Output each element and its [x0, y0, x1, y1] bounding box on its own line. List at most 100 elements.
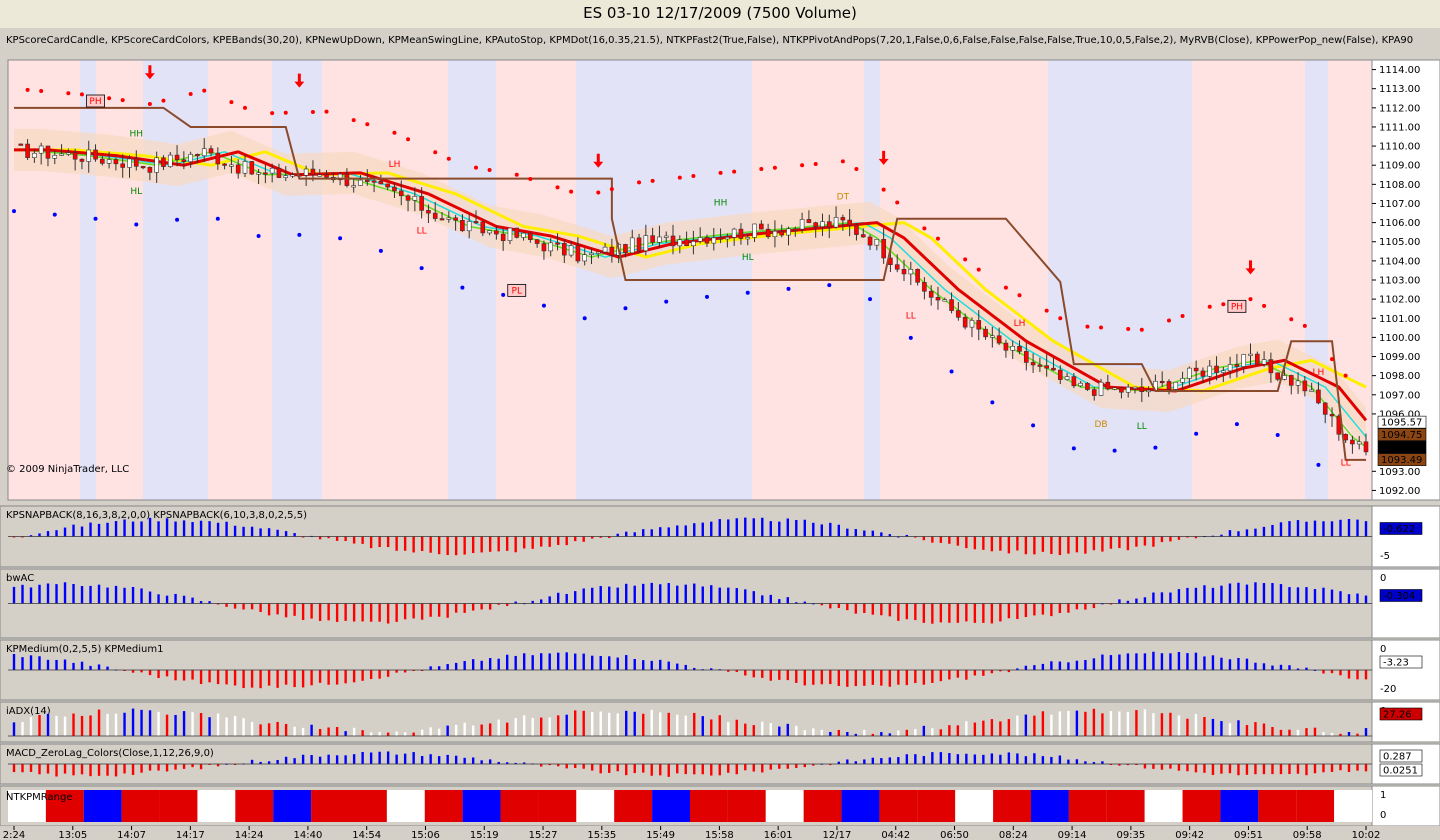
- indicator-bar: [1288, 729, 1291, 736]
- price-tick-label: 1100.00: [1379, 333, 1420, 344]
- indicator-bar: [795, 764, 798, 768]
- indicator-bar: [778, 726, 781, 736]
- indicator-bar: [106, 666, 109, 670]
- indicator-bar: [335, 727, 339, 736]
- indicator-bar: [140, 521, 143, 537]
- candle-body: [378, 180, 384, 185]
- indicator-bar: [429, 666, 432, 670]
- indicator-tick: -20: [1380, 684, 1396, 695]
- indicator-bar: [140, 709, 143, 736]
- candle-body: [1309, 389, 1314, 392]
- indicator-bar: [497, 536, 500, 552]
- indicator-bar: [1339, 519, 1342, 537]
- indicator-bar: [1237, 764, 1240, 776]
- indicator-bar: [1296, 729, 1300, 736]
- indicator-bar: [1084, 536, 1087, 554]
- candle-body: [568, 245, 574, 256]
- indicator-bar: [301, 670, 305, 688]
- indicator-panels: KPSNAPBACK(8,16,3,8,2,0,0) KPSNAPBACK(6,…: [0, 505, 1440, 827]
- indicator-bar: [693, 583, 696, 604]
- indicator-bar: [795, 519, 798, 537]
- indicator-bar: [97, 709, 101, 736]
- candle-body: [996, 335, 1002, 344]
- indicator-bar: [1203, 716, 1206, 736]
- indicator-bar: [250, 670, 254, 688]
- indicator-bar: [250, 759, 254, 764]
- indicator-bar: [293, 726, 296, 736]
- signal-dot: [895, 200, 900, 205]
- pivot-label: LH: [389, 160, 401, 170]
- indicator-bar: [931, 728, 934, 736]
- indicator-bar: [318, 756, 322, 764]
- indicator-bar: [973, 536, 977, 550]
- candle-body: [419, 196, 424, 211]
- session-shade: [496, 60, 576, 500]
- indicator-bar: [225, 670, 228, 685]
- candle-body: [1227, 364, 1233, 372]
- indicator-bar: [625, 583, 628, 604]
- chart-area[interactable]: PH HH HL LH LL PL HH HL DT LL LH DB LL PH LH LL KPScore…: [0, 28, 1440, 840]
- candle-body: [453, 217, 458, 221]
- indicator-bar: [1271, 764, 1274, 775]
- signal-dot: [800, 163, 805, 168]
- signal-dot: [963, 257, 968, 262]
- indicator-bar: [616, 657, 619, 670]
- indicator-label: NTKPMRange: [6, 792, 73, 803]
- indicator-bar: [718, 715, 721, 736]
- indicator-tick: 1: [1380, 790, 1386, 801]
- candle-body: [1363, 441, 1369, 453]
- indicator-bar: [276, 759, 279, 764]
- signal-dot: [677, 175, 682, 180]
- indicator-tick: 0: [1380, 810, 1386, 821]
- time-label: 09:42: [1175, 830, 1204, 840]
- indicator-bar: [1016, 536, 1019, 551]
- candle-body: [541, 243, 547, 252]
- indicator-list: KPScoreCardCandle, KPScoreCardColors, KP…: [6, 35, 1413, 46]
- signal-dot: [528, 176, 533, 181]
- signal-dot: [473, 165, 478, 170]
- candle-body: [1071, 376, 1077, 387]
- indicator-bar: [46, 659, 50, 670]
- indicator-bar: [1271, 726, 1274, 736]
- candle-body: [983, 328, 988, 338]
- pivot-label: HH: [714, 198, 728, 208]
- candle-body: [25, 143, 30, 158]
- candle-body: [765, 228, 771, 238]
- indicator-bar: [420, 729, 424, 736]
- indicator-bar: [582, 710, 585, 736]
- indicator-bar: [965, 536, 968, 549]
- indicator-bar: [174, 593, 177, 604]
- indicator-bar: [1135, 653, 1138, 670]
- candle-body: [147, 167, 153, 173]
- indicator-bar: [38, 584, 41, 604]
- indicator-bar: [454, 662, 458, 670]
- indicator-bar: [1118, 536, 1121, 549]
- indicator-bar: [1058, 536, 1062, 556]
- indicator-bar: [488, 723, 492, 736]
- signal-dot: [1031, 423, 1036, 428]
- candle-body: [976, 320, 982, 330]
- indicator-bar: [12, 764, 16, 773]
- indicator-bar: [565, 764, 568, 769]
- indicator-bar: [386, 732, 390, 736]
- indicator-bar: [148, 670, 152, 676]
- indicator-bar: [403, 536, 407, 551]
- indicator-bar: [420, 603, 424, 620]
- time-label: 15:49: [646, 830, 675, 840]
- range-cell: [273, 790, 312, 822]
- indicator-bar: [386, 536, 390, 548]
- signal-dot: [840, 159, 845, 164]
- candle-body: [269, 167, 275, 174]
- indicator-bar: [863, 603, 866, 613]
- candle-body: [460, 220, 465, 232]
- candle-body: [1254, 353, 1260, 365]
- indicator-bar: [327, 603, 330, 621]
- price-tick-label: 1111.00: [1379, 122, 1420, 133]
- signal-dot: [1289, 317, 1294, 322]
- indicator-bar: [565, 536, 568, 546]
- indicator-value: 0.287: [1383, 752, 1412, 763]
- indicator-bar: [1109, 655, 1113, 670]
- indicator-bar: [659, 712, 662, 736]
- candle-body: [1282, 375, 1287, 380]
- indicator-bar: [72, 662, 75, 670]
